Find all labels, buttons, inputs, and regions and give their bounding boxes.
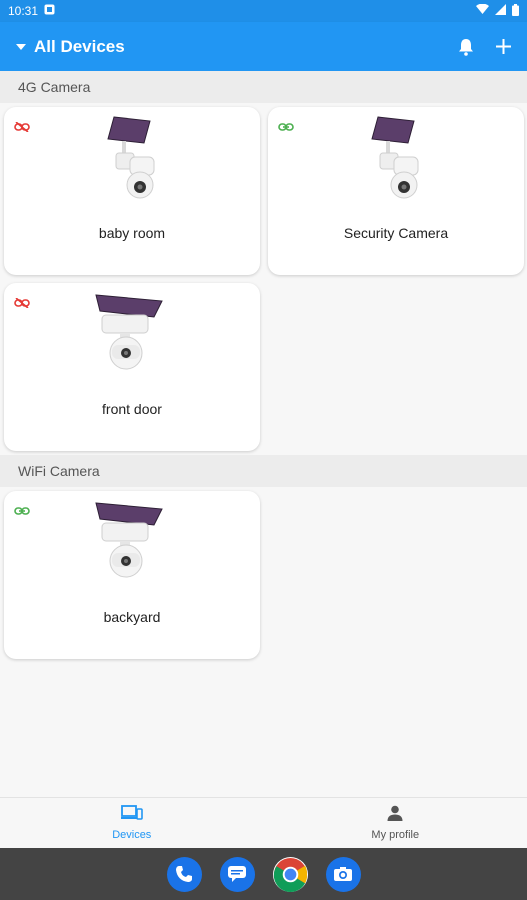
link-icon: [14, 503, 30, 521]
device-name: backyard: [103, 609, 161, 625]
bottom-nav: Devices My profile: [0, 797, 527, 848]
solar-ptz-camera-image: [92, 289, 172, 379]
link-off-icon: [14, 119, 30, 137]
device-name: Security Camera: [343, 225, 449, 241]
chrome-app-icon[interactable]: [272, 856, 308, 892]
device-name: front door: [102, 401, 162, 417]
messages-app-icon[interactable]: [219, 856, 255, 892]
status-bar: 10:31: [0, 0, 527, 22]
bell-icon[interactable]: [458, 38, 474, 56]
solar-camera-image: [356, 113, 436, 203]
nav-my-profile[interactable]: My profile: [264, 798, 527, 848]
nav-devices-label: Devices: [112, 829, 152, 841]
device-list: 4G Camera baby room Security Camera fron…: [0, 71, 527, 797]
camera-app-icon[interactable]: [325, 856, 361, 892]
device-name: baby room: [98, 225, 166, 241]
status-time: 10:31: [8, 4, 39, 18]
add-device-icon[interactable]: [496, 39, 511, 54]
device-grid-wifi: backyard: [0, 487, 527, 663]
section-header-4g: 4G Camera: [0, 71, 527, 103]
solar-ptz-camera-image: [92, 497, 172, 587]
signal-icon: [495, 4, 506, 18]
nav-devices[interactable]: Devices: [0, 798, 264, 848]
section-header-wifi: WiFi Camera: [0, 455, 527, 487]
wifi-icon: [476, 3, 489, 18]
app-bar: All Devices: [0, 22, 527, 71]
notification-icon: [44, 4, 55, 18]
person-icon: [387, 805, 403, 826]
solar-camera-image: [92, 113, 172, 203]
nav-profile-label: My profile: [371, 829, 420, 841]
device-card-baby-room[interactable]: baby room: [4, 107, 260, 275]
device-card-backyard[interactable]: backyard: [4, 491, 260, 659]
link-icon: [278, 119, 294, 137]
dropdown-caret-icon[interactable]: [16, 43, 26, 50]
battery-icon: [512, 3, 519, 19]
device-grid-4g: baby room Security Camera front door: [0, 103, 527, 455]
devices-icon: [120, 805, 143, 826]
device-card-front-door[interactable]: front door: [4, 283, 260, 451]
system-dock: [0, 848, 527, 900]
device-filter-title[interactable]: All Devices: [34, 37, 125, 57]
device-card-security-camera[interactable]: Security Camera: [268, 107, 524, 275]
link-off-icon: [14, 295, 30, 313]
phone-app-icon[interactable]: [166, 856, 202, 892]
